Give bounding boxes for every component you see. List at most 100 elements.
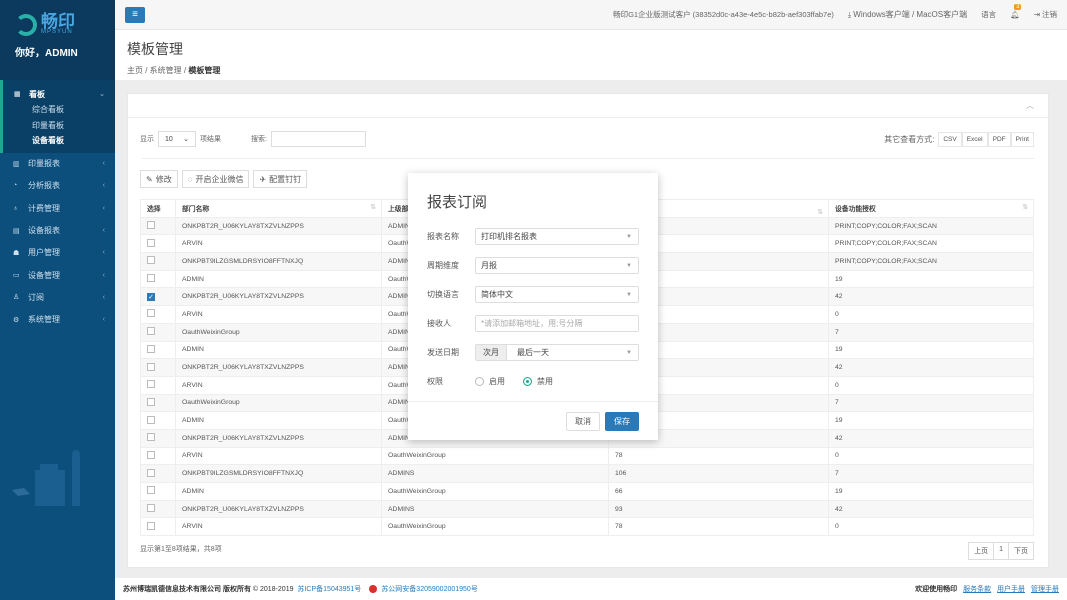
table-row[interactable]: ARVIN OauthWeixinGroup 78 0 xyxy=(140,446,1034,466)
table-cell: 106 xyxy=(608,464,829,483)
checkbox[interactable] xyxy=(147,221,155,230)
table-cell: PRINT;COPY;COLOR;FAX;SCAN xyxy=(828,252,1034,271)
report-name-select[interactable]: 打印机排名报表 ▼ xyxy=(475,228,639,245)
checkbox[interactable] xyxy=(147,274,155,283)
sidebar-item-dashboard[interactable]: ▦ 看板 ⌄ xyxy=(3,86,115,102)
sidebar-subitem-active[interactable]: 设备看板 xyxy=(3,133,115,149)
table-row[interactable]: ONKPBT9ILZGSMLDRSYIO8FFTNXJQ ADMINS 106 7 xyxy=(140,464,1034,483)
table-cell: PRINT;COPY;COLOR;FAX;SCAN xyxy=(828,216,1034,236)
police-link[interactable]: 苏公网安备32059002001950号 xyxy=(381,584,478,594)
table-cell: OauthWeixinGroup xyxy=(175,322,382,342)
table-cell: 0 xyxy=(828,446,1034,466)
export-csv-button[interactable]: CSV xyxy=(938,131,962,147)
checkbox[interactable] xyxy=(147,309,155,318)
user-manual-link[interactable]: 用户手册 xyxy=(997,586,1025,593)
checkbox[interactable] xyxy=(147,327,155,336)
sidebar-item-1[interactable]: ◔ 分析报表 ‹ xyxy=(0,175,115,197)
dingtalk-icon: ✈ xyxy=(259,174,267,184)
breadcrumb-home[interactable]: 主页 xyxy=(127,66,143,75)
sidebar-item-7[interactable]: ⚙ 系统管理 ‹ xyxy=(0,309,115,331)
collapse-icon[interactable]: ︿ xyxy=(1026,100,1034,111)
print-button[interactable]: Print xyxy=(1010,131,1034,147)
save-button[interactable]: 保存 xyxy=(605,412,639,431)
checkbox[interactable] xyxy=(147,504,155,513)
sidebar-item-label: 分析报表 xyxy=(28,181,60,191)
language-select[interactable]: 简体中文 ▼ xyxy=(475,286,639,303)
checkbox[interactable] xyxy=(147,256,155,265)
table-cell: 93 xyxy=(608,499,829,519)
table-cell: 42 xyxy=(828,358,1034,377)
checkbox[interactable] xyxy=(147,486,155,495)
checkbox[interactable] xyxy=(147,450,155,459)
page-header: 模板管理 主页 / 系统管理 / 模板管理 xyxy=(115,30,1067,80)
table-cell: 42 xyxy=(828,287,1034,307)
sidebar-item-5[interactable]: ▭ 设备管理 ‹ xyxy=(0,264,115,286)
recipient-input[interactable]: *请添加邮箱地址，用;号分隔 xyxy=(475,315,639,332)
table-cell: OauthWeixinGroup xyxy=(381,446,609,466)
sidebar-subitem[interactable]: 印量看板 xyxy=(3,118,115,134)
dingtalk-button[interactable]: ✈ 配置钉钉 xyxy=(253,170,308,188)
sidebar-item-label: 设备报表 xyxy=(28,226,60,236)
checkbox[interactable] xyxy=(147,380,155,389)
menu-toggle-button[interactable]: ≡ xyxy=(125,6,145,23)
logout-button[interactable]: ⇥ 注销 xyxy=(1034,9,1057,20)
download-link[interactable]: ⤓ Windows客户端 / MacOS客户端 xyxy=(848,9,967,20)
sidebar-item-2[interactable]: ♁ 计费管理 ‹ xyxy=(0,197,115,219)
checkbox[interactable] xyxy=(147,397,155,406)
sidebar-item-label: 看板 xyxy=(29,89,45,99)
checkbox[interactable] xyxy=(147,415,155,424)
checkbox-checked[interactable]: ✓ xyxy=(147,292,155,301)
table-row[interactable]: ADMIN OauthWeixinGroup 66 19 xyxy=(140,482,1034,501)
page-1-button[interactable]: 1 xyxy=(994,543,1009,559)
edit-button[interactable]: ✎ 修改 xyxy=(140,170,178,188)
next-page-button[interactable]: 下页 xyxy=(1009,543,1033,559)
checkbox[interactable] xyxy=(147,433,155,442)
select-cell xyxy=(140,411,176,430)
radio-enable[interactable]: 启用 xyxy=(475,376,505,387)
period-select[interactable]: 月报 ▼ xyxy=(475,257,639,274)
sidebar-item-4[interactable]: ☗ 用户管理 ‹ xyxy=(0,242,115,264)
column-header-permissions[interactable]: 设备功能授权 ⇅ xyxy=(828,199,1034,218)
checkbox[interactable] xyxy=(147,521,155,530)
notifications-button[interactable]: 🔔︎ 3 xyxy=(1010,4,1022,19)
checkbox[interactable] xyxy=(147,344,155,353)
table-cell: ADMIN xyxy=(175,482,382,501)
select-cell xyxy=(140,375,176,395)
select-cell xyxy=(140,252,176,271)
select-cell xyxy=(140,446,176,466)
checkbox[interactable] xyxy=(147,468,155,477)
search-input[interactable] xyxy=(270,131,366,147)
table-row[interactable]: ARVIN OauthWeixinGroup 78 0 xyxy=(140,517,1034,537)
checkbox[interactable] xyxy=(147,238,155,247)
wechat-button[interactable]: ◌ 开启企业微信 xyxy=(181,170,250,188)
language-button[interactable]: 语言 xyxy=(981,9,996,20)
column-header-dept[interactable]: 部门名称 ⇅ xyxy=(175,199,382,218)
caret-down-icon: ▼ xyxy=(626,349,632,356)
radio-disable[interactable]: 禁用 xyxy=(523,376,553,387)
select-cell xyxy=(140,482,176,501)
send-date-select[interactable]: 次月 最后一天 ▼ xyxy=(475,344,639,361)
checkbox[interactable] xyxy=(147,362,155,371)
page-size-select[interactable]: 10 ⌄ xyxy=(158,131,196,147)
cancel-button[interactable]: 取消 xyxy=(566,412,600,431)
sidebar-item-3[interactable]: ▤ 设备报表 ‹ xyxy=(0,219,115,241)
table-cell: 7 xyxy=(828,322,1034,342)
language-label: 切换语言 xyxy=(427,290,459,299)
table-row[interactable]: ONKPBT2R_U06KYLAY8TXZVLNZPPS ADMINS 93 42 xyxy=(140,499,1034,519)
grid-icon: ▦ xyxy=(14,91,21,98)
tenant-info: 畅印G1企业版测试客户 (38352d0c-a43e-4e5c-b82b-aef… xyxy=(613,10,834,19)
terms-link[interactable]: 服务条款 xyxy=(963,586,991,593)
sidebar-item-0[interactable]: ▥ 印量报表 ‹ xyxy=(0,153,115,175)
sidebar-subitem[interactable]: 综合看板 xyxy=(3,102,115,118)
table-cell: ONKPBT2R_U06KYLAY8TXZVLNZPPS xyxy=(175,287,382,307)
chevron-left-icon: ‹ xyxy=(102,227,105,235)
sidebar-item-6[interactable]: ♙ 订阅 ‹ xyxy=(0,286,115,308)
breadcrumb-system[interactable]: 系统管理 xyxy=(150,66,182,75)
admin-manual-link[interactable]: 管理手册 xyxy=(1031,586,1059,593)
export-pdf-button[interactable]: PDF xyxy=(987,131,1011,147)
send-date-value: 最后一天 xyxy=(517,348,549,357)
prev-page-button[interactable]: 上页 xyxy=(969,543,995,559)
export-excel-button[interactable]: Excel xyxy=(961,131,988,147)
select-cell xyxy=(140,322,176,342)
icp-link[interactable]: 苏ICP备15043951号 xyxy=(297,584,361,594)
